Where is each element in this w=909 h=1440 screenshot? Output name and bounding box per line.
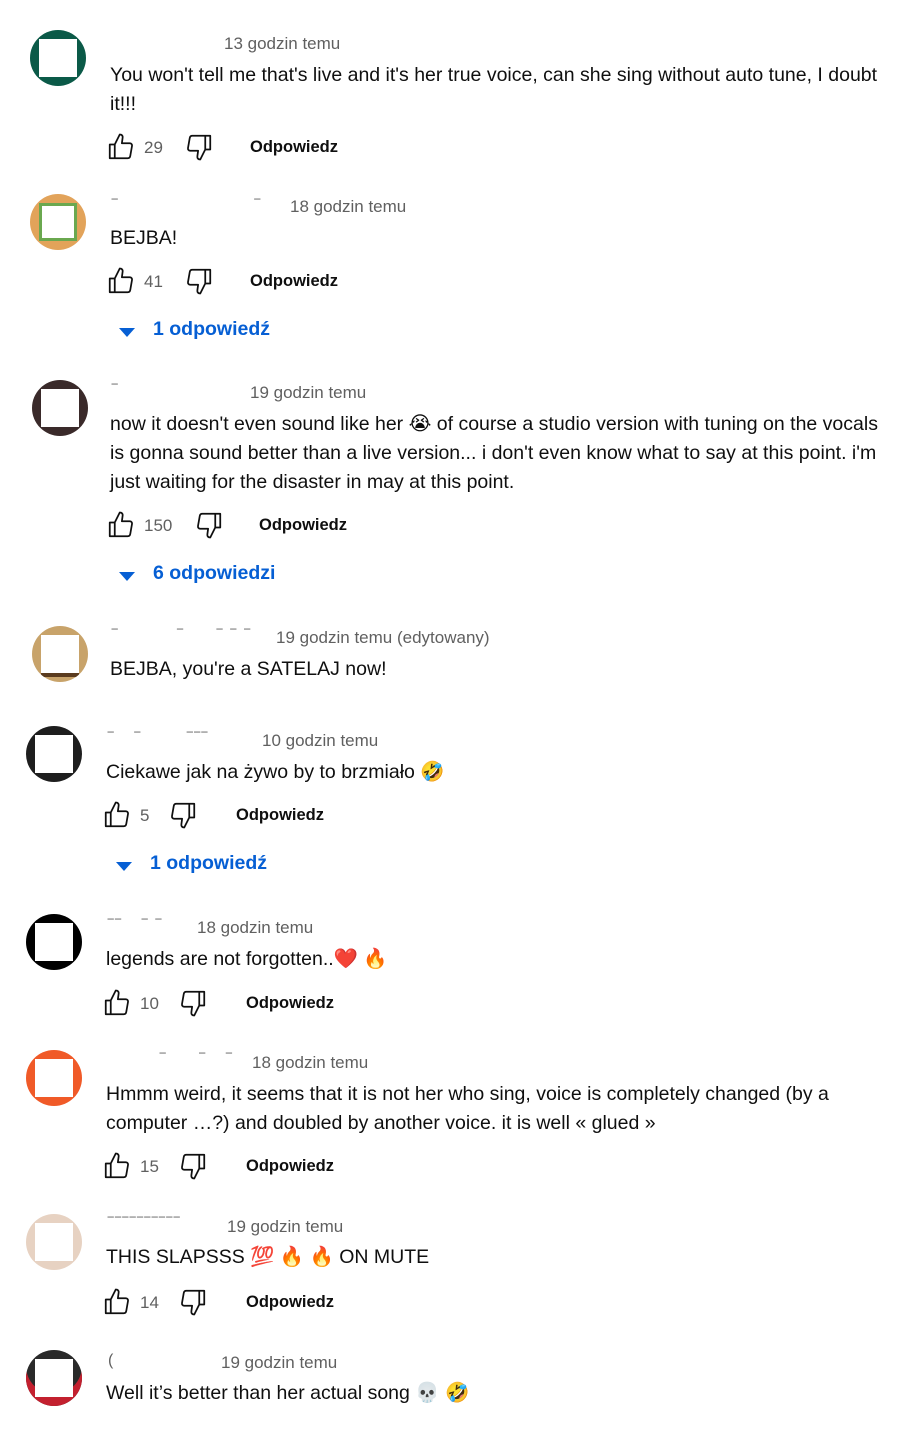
comment-text: BEJBA, you're a SATELAJ now! — [110, 658, 387, 680]
author-name[interactable]: ‾ — [112, 383, 119, 401]
caret-down-icon — [119, 328, 135, 337]
comment-time[interactable]: 18 godzin temu — [197, 918, 313, 938]
like-count: 29 — [144, 138, 163, 157]
comment-text: BEJBA! — [110, 227, 178, 249]
reply-button[interactable]: Odpowiedz — [250, 138, 338, 157]
comment-text: now it doesn't even sound like her 😭 of … — [110, 413, 878, 493]
avatar[interactable] — [26, 726, 82, 782]
replies-label: 1 odpowiedź — [150, 852, 267, 874]
comment-text: Hmmm weird, it seems that it is not her … — [106, 1083, 829, 1134]
avatar[interactable] — [26, 1350, 82, 1406]
dislike-button[interactable] — [178, 1287, 210, 1319]
thumbs-down-icon — [181, 990, 206, 1017]
reply-button[interactable]: Odpowiedz — [246, 1157, 334, 1176]
reply-button[interactable]: Odpowiedz — [246, 994, 334, 1013]
comment-text: Well it’s better than her actual song 💀 … — [106, 1382, 470, 1404]
dislike-button[interactable] — [168, 800, 200, 832]
avatar[interactable] — [26, 1050, 82, 1106]
author-name[interactable]: ‾ ‾ ‾ ‾ ‾ — [112, 628, 252, 646]
author-name[interactable]: ‾‾‾‾‾‾‾‾‾‾ — [108, 1216, 181, 1234]
author-name[interactable]: ‾ ‾ — [112, 198, 262, 216]
like-count: 10 — [140, 994, 159, 1013]
thumbs-down-icon — [181, 1153, 206, 1180]
thumbs-up-icon — [104, 1152, 129, 1179]
author-name[interactable]: ( — [108, 1352, 115, 1370]
caret-down-icon — [116, 862, 132, 871]
comment-time[interactable]: 18 godzin temu — [252, 1053, 368, 1073]
comment-time[interactable]: 19 godzin temu — [221, 1353, 337, 1373]
thumbs-down-icon — [171, 802, 196, 829]
comment-text: THIS SLAPSSS 💯 🔥 🔥 ON MUTE — [106, 1246, 430, 1268]
dislike-button[interactable] — [184, 266, 216, 298]
dislike-button[interactable] — [194, 510, 226, 542]
reply-button[interactable]: Odpowiedz — [236, 806, 324, 825]
like-button[interactable] — [102, 1287, 134, 1319]
like-button[interactable] — [102, 988, 134, 1020]
comment-time[interactable]: 19 godzin temu (edytowany) — [276, 628, 490, 648]
like-count: 14 — [140, 1293, 159, 1312]
dislike-button[interactable] — [178, 988, 210, 1020]
like-count: 41 — [144, 272, 163, 291]
thumbs-up-icon — [108, 267, 133, 294]
comment-time[interactable]: 18 godzin temu — [290, 197, 406, 217]
thumbs-down-icon — [187, 268, 212, 295]
reply-button[interactable]: Odpowiedz — [246, 1293, 334, 1312]
avatar[interactable] — [30, 194, 86, 250]
thumbs-down-icon — [197, 512, 222, 539]
like-count: 15 — [140, 1157, 159, 1176]
comment-time[interactable]: 13 godzin temu — [224, 34, 340, 54]
thumbs-down-icon — [187, 134, 212, 161]
comment-text: legends are not forgotten..❤️ 🔥 — [106, 948, 388, 970]
like-button[interactable] — [106, 266, 138, 298]
thumbs-up-icon — [104, 989, 129, 1016]
avatar[interactable] — [32, 380, 88, 436]
replies-label: 6 odpowiedzi — [153, 562, 276, 584]
like-button[interactable] — [102, 800, 134, 832]
like-button[interactable] — [106, 132, 138, 164]
thumbs-up-icon — [104, 801, 129, 828]
avatar[interactable] — [30, 30, 86, 86]
thumbs-up-icon — [108, 133, 133, 160]
comment-text: You won't tell me that's live and it's h… — [110, 64, 878, 115]
dislike-button[interactable] — [184, 132, 216, 164]
comment-text: Ciekawe jak na żywo by to brzmiało 🤣 — [106, 761, 445, 783]
author-name[interactable]: ‾ ‾ ‾‾‾ — [108, 731, 209, 749]
avatar[interactable] — [26, 914, 82, 970]
like-button[interactable] — [106, 510, 138, 542]
like-button[interactable] — [102, 1151, 134, 1183]
thumbs-down-icon — [181, 1289, 206, 1316]
dislike-button[interactable] — [178, 1151, 210, 1183]
comment-time[interactable]: 19 godzin temu — [227, 1217, 343, 1237]
avatar[interactable] — [32, 626, 88, 682]
author-name[interactable]: ‾ ‾ ‾ — [160, 1052, 234, 1070]
comment-time[interactable]: 19 godzin temu — [250, 383, 366, 403]
caret-down-icon — [119, 572, 135, 581]
comment-time[interactable]: 10 godzin temu — [262, 731, 378, 751]
reply-button[interactable]: Odpowiedz — [259, 516, 347, 535]
like-count: 150 — [144, 516, 173, 535]
replies-label: 1 odpowiedź — [153, 318, 270, 340]
like-count: 5 — [140, 806, 150, 825]
avatar[interactable] — [26, 1214, 82, 1270]
thumbs-up-icon — [104, 1288, 129, 1315]
reply-button[interactable]: Odpowiedz — [250, 272, 338, 291]
author-name[interactable]: ‾‾ ‾ ‾ — [108, 918, 163, 936]
thumbs-up-icon — [108, 511, 133, 538]
